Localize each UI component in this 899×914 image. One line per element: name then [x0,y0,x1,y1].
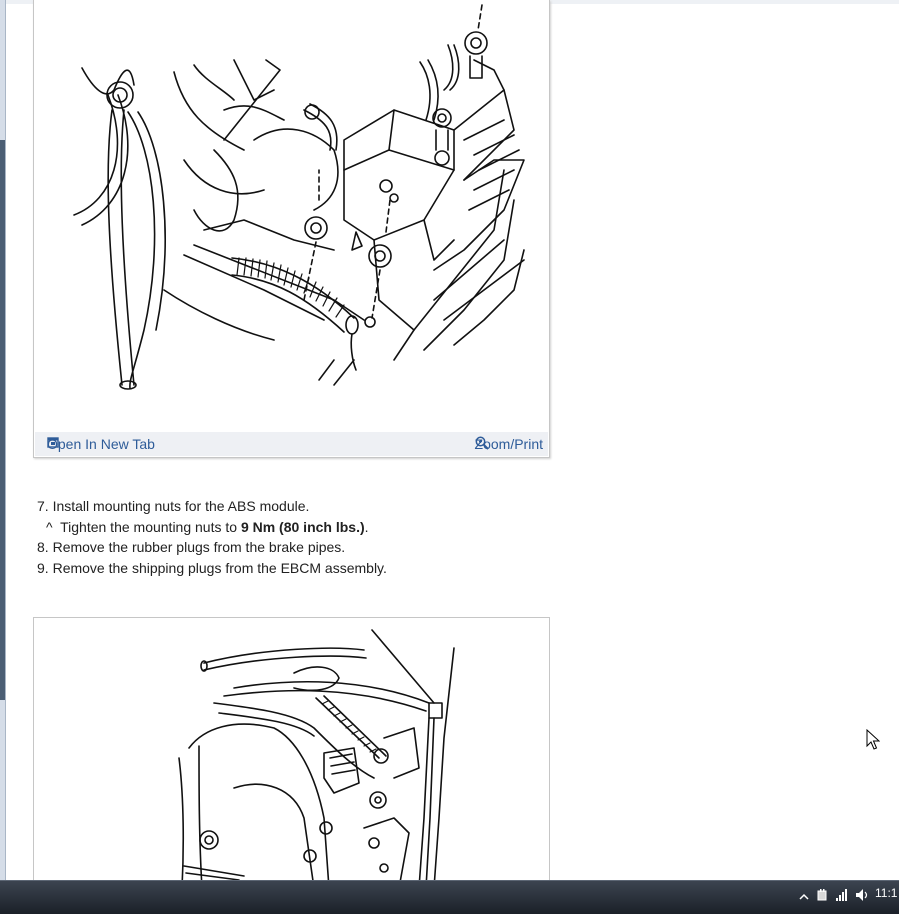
step-number: 9. [37,559,49,576]
substep-torque: ^ Tighten the mounting nuts to 9 Nm (80 … [37,517,387,538]
system-tray: 11:1 [799,881,899,914]
abs-module-line-drawing [73,4,525,390]
open-in-new-tab-button[interactable]: Open In New Tab [47,436,155,452]
left-scroll-shadow [0,140,5,700]
figure-brake-pipes [33,617,550,889]
magnifier-icon [475,436,489,450]
open-in-new-tab-label: Open In New Tab [47,436,155,452]
step-9: 9. Remove the shipping plugs from the EB… [37,558,387,579]
substep-text: Tighten the mounting nuts to [60,518,241,535]
step-text: Remove the rubber plugs from the brake p… [52,539,346,555]
figure-abs-module-install: Open In New Tab Zoom/Print [33,0,550,458]
step-7: 7. Install mounting nuts for the ABS mod… [37,496,387,517]
figure-footer-bar: Open In New Tab Zoom/Print [35,432,548,456]
torque-spec: 9 Nm (80 inch lbs.) [240,518,365,535]
step-text: Install mounting nuts for the ABS module… [52,498,310,514]
open-new-tab-icon [47,437,59,448]
step-number: 8. [37,539,49,555]
mouse-pointer-icon [866,729,880,750]
signal-icon[interactable] [835,888,849,907]
speaker-icon[interactable] [855,888,869,907]
step-number: 7. [37,498,49,514]
windows-taskbar: 11:1 [0,880,899,914]
instruction-steps: 7. Install mounting nuts for the ABS mod… [37,496,387,578]
power-plug-icon[interactable] [815,888,829,907]
step-text: Remove the shipping plugs from the EBCM … [52,559,387,576]
step-8: 8. Remove the rubber plugs from the brak… [37,537,387,558]
taskbar-clock[interactable]: 11:1 [875,886,897,900]
substep-marker: ^ [46,518,53,535]
zoom-print-button[interactable]: Zoom/Print [475,436,543,452]
substep-suffix: . [364,518,369,535]
brake-pipe-line-drawing [178,629,455,888]
chevron-up-icon[interactable] [799,889,809,907]
left-window-edge [0,0,6,880]
